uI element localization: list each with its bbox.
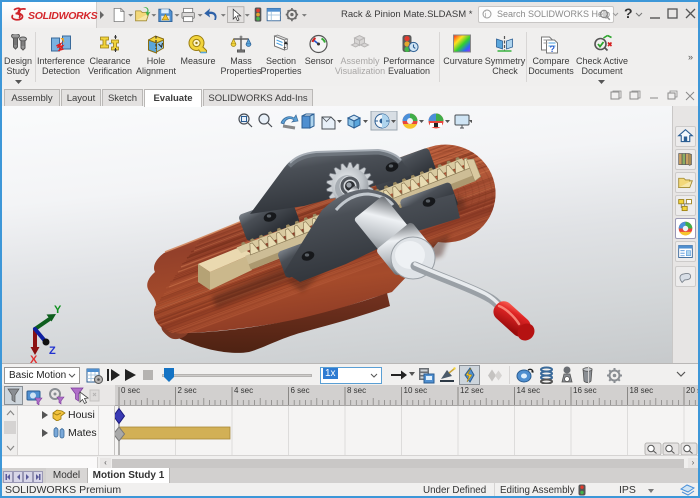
svg-text:16 sec: 16 sec xyxy=(573,386,597,395)
svg-text:0 sec: 0 sec xyxy=(121,386,140,395)
svg-text:4 sec: 4 sec xyxy=(234,386,253,395)
svg-text:Y: Y xyxy=(54,304,62,316)
svg-text:18 sec: 18 sec xyxy=(630,386,654,395)
svg-text:20 sec: 20 sec xyxy=(686,386,698,395)
svg-text:12 sec: 12 sec xyxy=(460,386,484,395)
svg-text:2 sec: 2 sec xyxy=(178,386,197,395)
svg-text:?: ? xyxy=(550,44,556,54)
svg-text:6 sec: 6 sec xyxy=(291,386,310,395)
svg-text:X: X xyxy=(30,354,38,363)
svg-text:8 sec: 8 sec xyxy=(347,386,366,395)
svg-text:14 sec: 14 sec xyxy=(517,386,541,395)
svg-text:10 sec: 10 sec xyxy=(404,386,428,395)
svg-text:Z: Z xyxy=(49,345,56,357)
svg-text:SOLIDWORKS: SOLIDWORKS xyxy=(28,10,98,22)
